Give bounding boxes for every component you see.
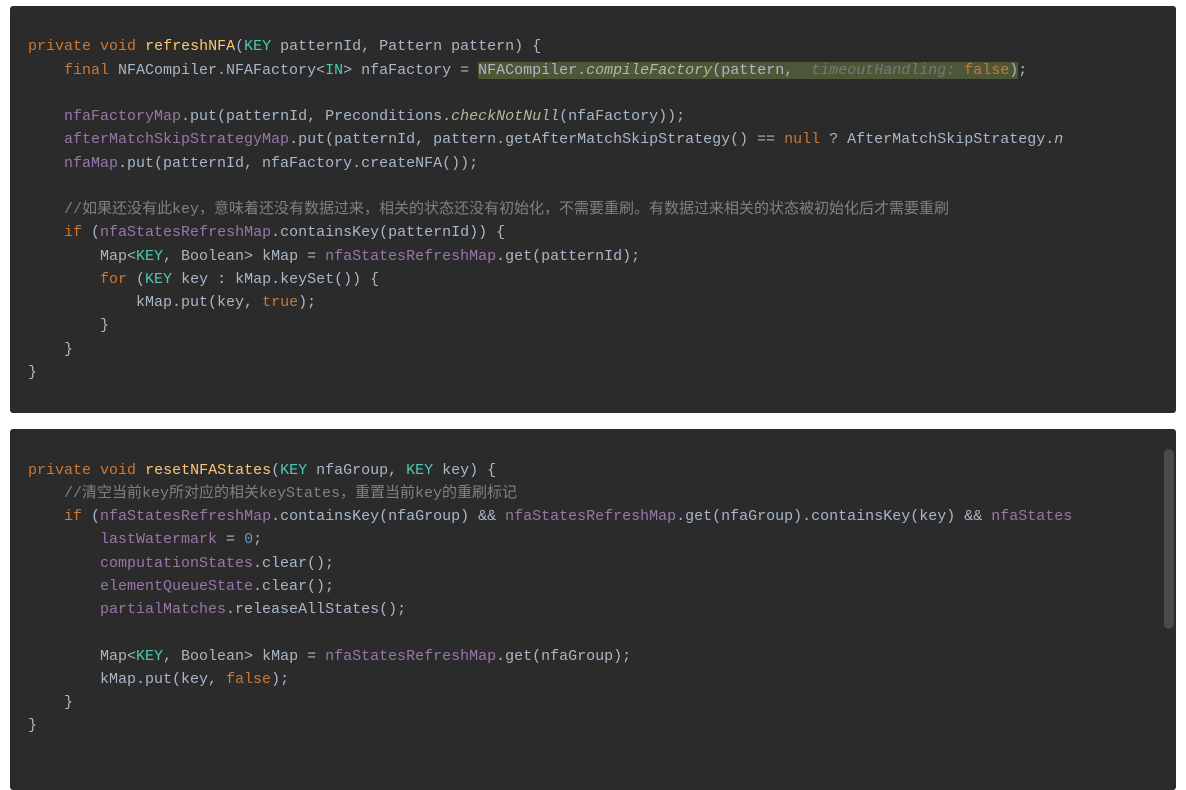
call-mid: .put(patternId, Preconditions.	[181, 108, 451, 125]
map-pre: Map<	[100, 648, 136, 665]
static-call: checkNotNull	[451, 108, 559, 125]
hl-args-c: )	[1009, 62, 1018, 79]
code-content: private void resetNFAStates ( KEY nfaGroup…	[10, 459, 1176, 738]
brace-close: }	[64, 341, 73, 358]
decl-mid: > nfaFactory =	[343, 62, 478, 79]
field-nfaStatesRefreshMap: nfaStatesRefreshMap	[325, 248, 496, 265]
map-end: .get(patternId);	[496, 248, 640, 265]
field-partialMatches: partialMatches	[100, 601, 226, 618]
cut-method-tail: n	[1054, 131, 1063, 148]
vertical-scrollbar[interactable]	[1164, 429, 1174, 790]
put-end: );	[298, 294, 316, 311]
highlighted-expression: NFACompiler.compileFactory(pattern, time…	[478, 62, 1018, 79]
inlay-hint: timeoutHandling:	[802, 62, 964, 79]
type-key: KEY	[280, 462, 307, 479]
line-comment: //如果还没有此key，意味着还没有数据过来，相关的状态还没有初始化，不需要重刷…	[64, 201, 949, 218]
call-rest: .put(patternId, nfaFactory.createNFA());	[118, 155, 478, 172]
open-paren: (	[82, 508, 100, 525]
keyword-private: private	[28, 462, 91, 479]
map-mid: , Boolean> kMap =	[163, 248, 325, 265]
put-pre: kMap.put(key,	[136, 294, 262, 311]
hl-method: compileFactory	[586, 62, 712, 79]
call-end: (nfaFactory));	[559, 108, 685, 125]
assign-eq: =	[217, 531, 244, 548]
field-nfaStatesRefreshMap: nfaStatesRefreshMap	[100, 224, 271, 241]
keyword-void: void	[100, 462, 136, 479]
for-rest: key : kMap.keySet()) {	[172, 271, 379, 288]
hl-class: NFACompiler.	[478, 62, 586, 79]
method-name: resetNFAStates	[145, 462, 271, 479]
method-name: refreshNFA	[145, 38, 235, 55]
params-mid: nfaGroup,	[307, 462, 406, 479]
brace-close: }	[100, 317, 109, 334]
number-zero: 0	[244, 531, 253, 548]
brace-close: }	[28, 364, 37, 381]
semicolon: ;	[1018, 62, 1027, 79]
code-content: private void refreshNFA(KEY patternId, P…	[10, 35, 1176, 384]
field-afterMatchSkipStrategyMap: afterMatchSkipStrategyMap	[64, 131, 289, 148]
cond-rest: .containsKey(patternId)) {	[271, 224, 505, 241]
scrollbar-thumb[interactable]	[1164, 449, 1174, 629]
field-elementQueueState: elementQueueState	[100, 578, 253, 595]
cond-b: .get(nfaGroup).containsKey(key) &&	[676, 508, 991, 525]
call-rest: .clear();	[253, 555, 334, 572]
keyword-if: if	[64, 224, 82, 241]
code-block-refreshNFA: private void refreshNFA(KEY patternId, P…	[10, 6, 1176, 413]
params-end: key) {	[433, 462, 496, 479]
decl-pre: NFACompiler.NFAFactory<	[109, 62, 325, 79]
line-comment: //清空当前key所对应的相关keyStates，重置当前key的重刷标记	[64, 485, 517, 502]
keyword-void: void	[100, 38, 136, 55]
keyword-for: for	[100, 271, 127, 288]
cond-a: .containsKey(nfaGroup) &&	[271, 508, 505, 525]
params-rest: patternId, Pattern pattern) {	[271, 38, 541, 55]
field-nfaStatesRefreshMap: nfaStatesRefreshMap	[325, 648, 496, 665]
keyword-if: if	[64, 508, 82, 525]
keyword-false: false	[964, 62, 1009, 79]
field-nfaStatesRefreshMap: nfaStatesRefreshMap	[505, 508, 676, 525]
put-end: );	[271, 671, 289, 688]
hl-args-a: (pattern,	[712, 62, 802, 79]
open-paren: (	[82, 224, 100, 241]
semicolon: ;	[253, 531, 262, 548]
keyword-final: final	[64, 62, 109, 79]
type-key: KEY	[145, 271, 172, 288]
keyword-null: null	[784, 131, 820, 148]
call-rest: .releaseAllStates();	[226, 601, 406, 618]
type-key: KEY	[406, 462, 433, 479]
open-paren: (	[127, 271, 145, 288]
field-nfaFactoryMap: nfaFactoryMap	[64, 108, 181, 125]
call-rest: .clear();	[253, 578, 334, 595]
field-lastWatermark: lastWatermark	[100, 531, 217, 548]
keyword-private: private	[28, 38, 91, 55]
call-mid: .put(patternId, pattern.getAfterMatchSki…	[289, 131, 784, 148]
field-nfaStates-cut: nfaStates	[991, 508, 1072, 525]
field-nfaMap: nfaMap	[64, 155, 118, 172]
field-nfaStatesRefreshMap: nfaStatesRefreshMap	[100, 508, 271, 525]
field-computationStates: computationStates	[100, 555, 253, 572]
map-end: .get(nfaGroup);	[496, 648, 631, 665]
map-pre: Map<	[100, 248, 136, 265]
type-in: IN	[325, 62, 343, 79]
map-mid: , Boolean> kMap =	[163, 648, 325, 665]
type-key: KEY	[136, 248, 163, 265]
type-key: KEY	[136, 648, 163, 665]
ternary: ? AfterMatchSkipStrategy.	[820, 131, 1054, 148]
code-block-resetNFAStates: private void resetNFAStates ( KEY nfaGroup…	[10, 429, 1176, 790]
put-pre: kMap.put(key,	[100, 671, 226, 688]
type-key: KEY	[244, 38, 271, 55]
keyword-true: true	[262, 294, 298, 311]
keyword-false: false	[226, 671, 271, 688]
brace-close: }	[64, 694, 73, 711]
